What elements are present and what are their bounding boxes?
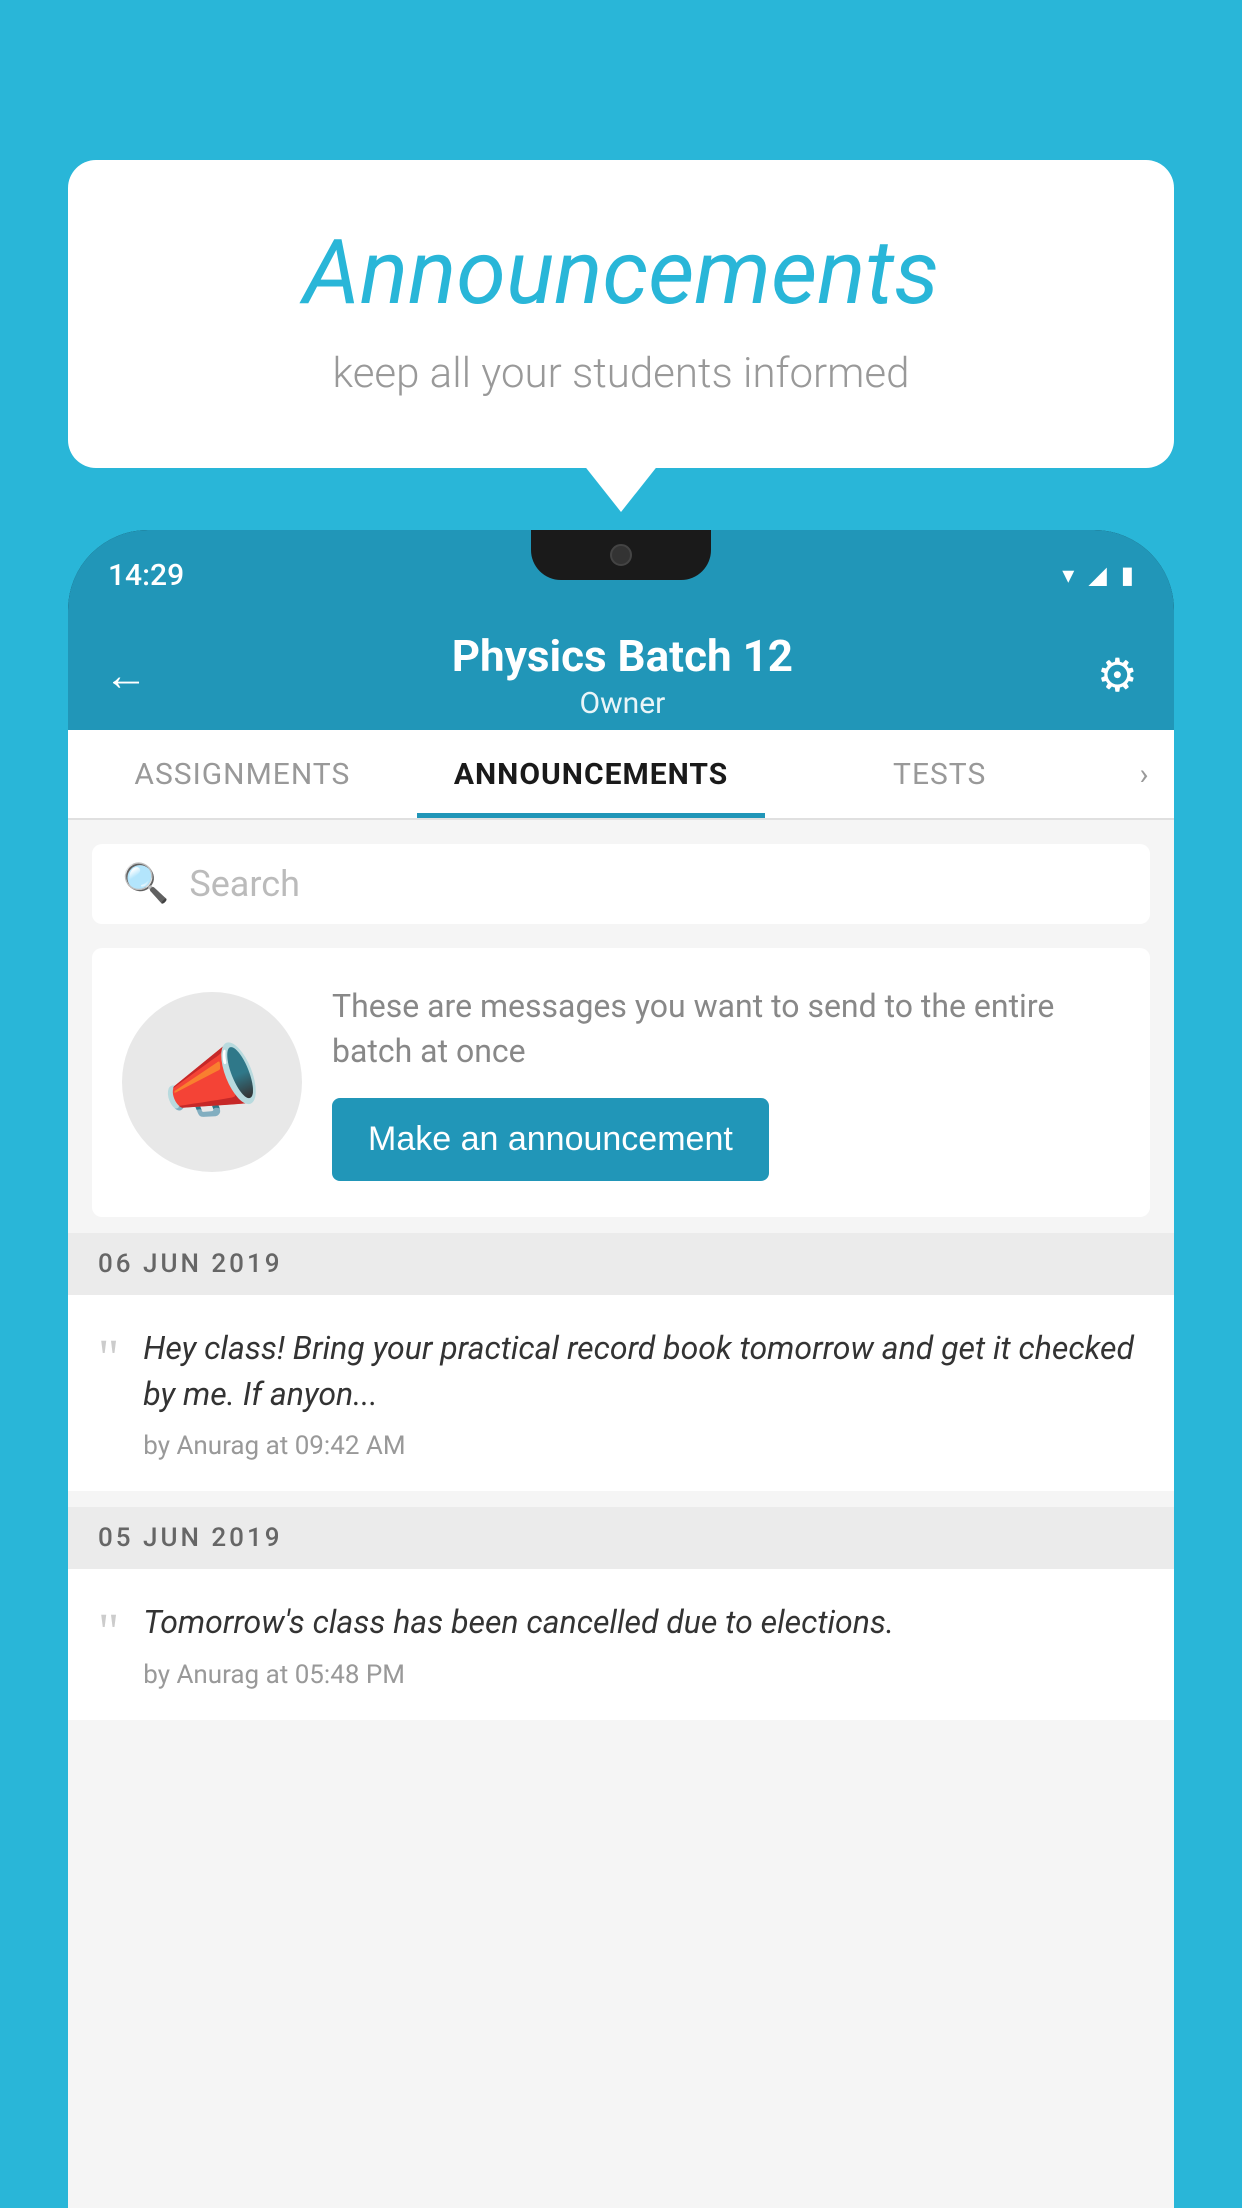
- announcement-meta-1: by Anurag at 09:42 AM: [143, 1431, 1144, 1461]
- status-time: 14:29: [108, 558, 184, 593]
- tab-assignments[interactable]: ASSIGNMENTS: [68, 730, 417, 818]
- header-title: Physics Batch 12: [452, 630, 793, 682]
- tab-tests[interactable]: TESTS: [765, 730, 1114, 818]
- search-bar[interactable]: 🔍 Search: [92, 844, 1150, 924]
- wifi-icon: ▾: [1062, 561, 1074, 589]
- search-icon: 🔍: [122, 862, 169, 906]
- announcement-description: These are messages you want to send to t…: [332, 984, 1120, 1074]
- announcement-text-2: Tomorrow's class has been cancelled due …: [143, 1599, 1144, 1645]
- announcement-item-2[interactable]: " Tomorrow's class has been cancelled du…: [68, 1569, 1174, 1719]
- date-separator-2: 05 JUN 2019: [68, 1507, 1174, 1569]
- settings-button[interactable]: ⚙: [1097, 648, 1138, 703]
- megaphone-icon: 📣: [162, 1035, 262, 1129]
- announcement-text-1: Hey class! Bring your practical record b…: [143, 1325, 1144, 1418]
- bubble-title: Announcements: [148, 220, 1094, 325]
- date-separator-1: 06 JUN 2019: [68, 1233, 1174, 1295]
- phone-content: 🔍 Search 📣 These are messages you want t…: [68, 820, 1174, 2208]
- quote-icon-2: ": [98, 1607, 119, 1659]
- quote-icon-1: ": [98, 1333, 119, 1385]
- announcement-placeholder-card: 📣 These are messages you want to send to…: [92, 948, 1150, 1217]
- signal-icon: ◢: [1088, 561, 1106, 589]
- bubble-subtitle: keep all your students informed: [148, 349, 1094, 398]
- phone-frame: 14:29 ▾ ◢ ▮ ← Physics Batch 12 Owner ⚙ A…: [68, 530, 1174, 2208]
- make-announcement-button[interactable]: Make an announcement: [332, 1098, 769, 1181]
- header-title-block: Physics Batch 12 Owner: [452, 630, 793, 721]
- header-subtitle: Owner: [452, 686, 793, 721]
- announcement-right: These are messages you want to send to t…: [332, 984, 1120, 1181]
- tab-more[interactable]: ›: [1114, 757, 1174, 792]
- back-button[interactable]: ←: [104, 649, 148, 701]
- camera-cutout: [610, 544, 632, 566]
- announcement-content-2: Tomorrow's class has been cancelled due …: [143, 1599, 1144, 1689]
- search-placeholder: Search: [189, 863, 300, 905]
- announcement-content-1: Hey class! Bring your practical record b…: [143, 1325, 1144, 1462]
- speech-bubble-section: Announcements keep all your students inf…: [68, 160, 1174, 468]
- announcement-meta-2: by Anurag at 05:48 PM: [143, 1660, 1144, 1690]
- speech-bubble: Announcements keep all your students inf…: [68, 160, 1174, 468]
- tabs-bar: ASSIGNMENTS ANNOUNCEMENTS TESTS ›: [68, 730, 1174, 820]
- announcement-item-1[interactable]: " Hey class! Bring your practical record…: [68, 1295, 1174, 1492]
- phone-mockup: 14:29 ▾ ◢ ▮ ← Physics Batch 12 Owner ⚙ A…: [68, 530, 1174, 2208]
- megaphone-circle: 📣: [122, 992, 302, 1172]
- tab-announcements[interactable]: ANNOUNCEMENTS: [417, 730, 766, 818]
- app-header: ← Physics Batch 12 Owner ⚙: [68, 620, 1174, 730]
- battery-icon: ▮: [1121, 561, 1134, 589]
- status-bar: 14:29 ▾ ◢ ▮: [68, 530, 1174, 620]
- notch: [531, 530, 711, 580]
- status-icons: ▾ ◢ ▮: [1062, 561, 1134, 589]
